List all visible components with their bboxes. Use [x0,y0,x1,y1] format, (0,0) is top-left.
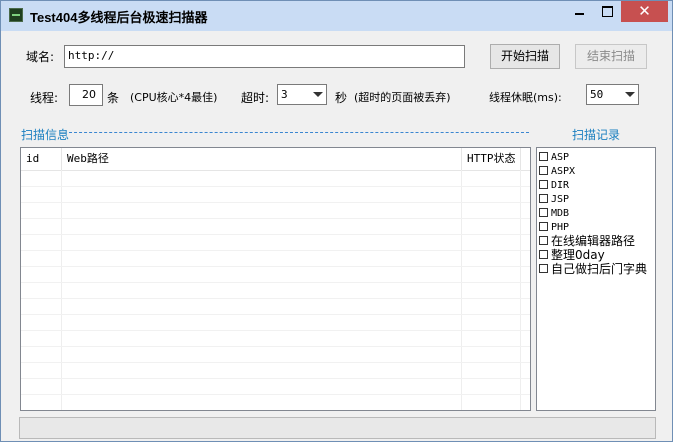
record-label: MDB [551,208,570,219]
chevron-down-icon [625,92,635,97]
table-row-divider [21,186,530,187]
record-item-0day[interactable]: 整理0day [537,248,655,262]
column-divider [461,170,462,410]
checkbox[interactable] [539,180,548,189]
checkbox[interactable] [539,236,548,245]
close-button[interactable]: ✕ [621,1,668,22]
checkbox[interactable] [539,208,548,217]
column-header-http-status[interactable]: HTTP状态 [462,148,521,170]
close-icon: ✕ [638,2,651,20]
timeout-hint: (超时的页面被丢弃) [354,91,451,104]
stop-scan-button[interactable]: 结束扫描 [575,44,647,69]
checkbox[interactable] [539,250,548,259]
table-row-divider [21,330,530,331]
column-divider [520,170,521,410]
record-item-online-editor[interactable]: 在线编辑器路径 [537,234,655,248]
scan-records-title: 扫描记录 [572,128,621,142]
record-item-aspx[interactable]: ASPX [537,164,655,178]
start-scan-button[interactable]: 开始扫描 [490,44,560,69]
record-label: 在线编辑器路径 [551,234,636,248]
sleep-label: 线程休眠(ms): [489,91,562,104]
checkbox[interactable] [539,222,548,231]
minimize-icon [574,13,584,15]
threads-hint: (CPU核心*4最佳) [130,91,218,104]
timeout-label: 超时: [241,91,270,105]
table-row-divider [21,266,530,267]
table-row-divider [21,250,530,251]
minimize-button[interactable] [566,1,592,22]
table-row-divider [21,218,530,219]
app-icon [9,8,23,22]
column-header-web-path[interactable]: Web路径 [62,148,462,170]
threads-label: 线程: [30,91,59,105]
window-title: Test404多线程后台极速扫描器 [30,10,208,25]
table-row-divider [21,362,530,363]
maximize-icon [601,6,613,17]
record-label: DIR [551,180,570,191]
title-bar[interactable]: Test404多线程后台极速扫描器 ✕ [1,1,672,31]
record-label: 整理0day [551,248,605,262]
table-row-divider [21,282,530,283]
table-row-divider [21,234,530,235]
timeout-value: 3 [281,88,288,101]
record-item-dir[interactable]: DIR [537,178,655,192]
scan-info-title: 扫描信息 [21,128,70,142]
record-item-custom-dict[interactable]: 自己做扫后门字典 [537,262,655,276]
record-label: ASPX [551,166,576,177]
record-item-jsp[interactable]: JSP [537,192,655,206]
checkbox[interactable] [539,264,548,273]
record-item-mdb[interactable]: MDB [537,206,655,220]
record-item-asp[interactable]: ASP [537,150,655,164]
chevron-down-icon [313,92,323,97]
record-label: ASP [551,152,570,163]
maximize-button[interactable] [594,1,620,22]
record-label: JSP [551,194,570,205]
app-window: Test404多线程后台极速扫描器 ✕ 域名: http:// 开始扫描 结束扫… [0,0,673,442]
record-label: PHP [551,222,570,233]
column-header-id[interactable]: id [21,148,62,170]
table-header: id Web路径 HTTP状态 [21,148,530,171]
threads-input[interactable]: 20 [69,84,103,106]
table-row-divider [21,202,530,203]
threads-unit: 条 [107,91,120,105]
domain-label: 域名: [26,50,55,64]
record-label: 自己做扫后门字典 [551,262,648,276]
table-row-divider [21,314,530,315]
table-row-divider [21,394,530,395]
progress-bar [19,417,656,439]
column-header-filler [521,148,530,170]
table-row-divider [21,346,530,347]
checkbox[interactable] [539,194,548,203]
record-item-php[interactable]: PHP [537,220,655,234]
timeout-select[interactable]: 3 [277,84,327,105]
results-table[interactable]: id Web路径 HTTP状态 [20,147,531,411]
table-row-divider [21,378,530,379]
section-divider [69,132,529,133]
table-row-divider [21,298,530,299]
scan-records-list: ASP ASPX DIR JSP MDB PHP 在线编辑器路径 整理0day … [536,147,656,411]
checkbox[interactable] [539,166,548,175]
checkbox[interactable] [539,152,548,161]
column-divider [61,170,62,410]
timeout-unit: 秒 [335,91,348,105]
sleep-select[interactable]: 50 [586,84,639,105]
sleep-value: 50 [590,88,604,101]
domain-input[interactable]: http:// [64,45,465,68]
